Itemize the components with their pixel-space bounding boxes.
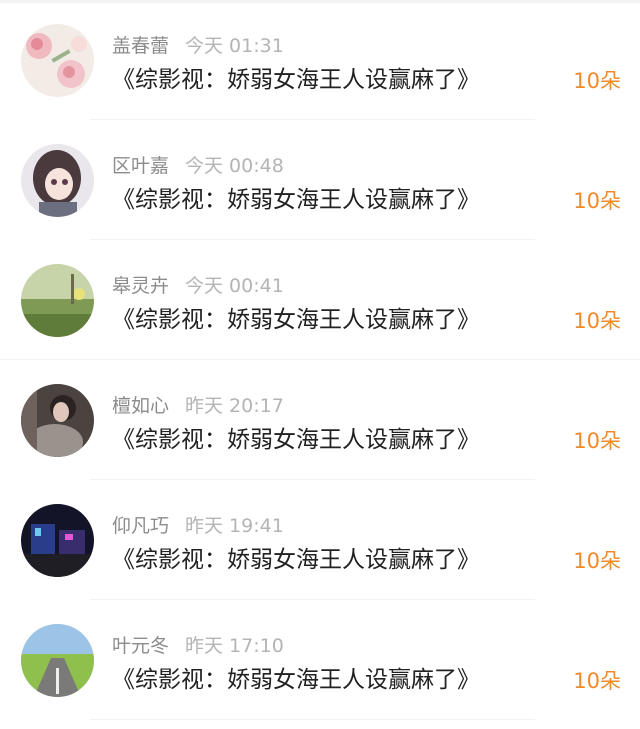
- gift-record-list: 盖春蕾 今天 01:31 《综影视：娇弱女海王人设赢麻了》 10朵 区叶嘉 今天 0…: [0, 0, 640, 729]
- timestamp: 今天 01:31: [185, 35, 284, 57]
- gift-amount: 10朵: [573, 549, 621, 573]
- name-line: 叶元冬 昨天 17:10: [112, 634, 284, 658]
- username: 盖春蕾: [112, 35, 170, 57]
- timestamp: 昨天 20:17: [185, 395, 284, 417]
- gift-amount: 10朵: [573, 429, 621, 453]
- night-street-icon[interactable]: [21, 504, 94, 577]
- timestamp: 今天 00:48: [185, 155, 284, 177]
- green-grass-icon[interactable]: [21, 264, 94, 337]
- message-text: 《综影视：娇弱女海王人设赢麻了》: [112, 307, 480, 333]
- name-line: 檀如心 昨天 20:17: [112, 394, 284, 418]
- road-landscape-icon[interactable]: [21, 624, 94, 697]
- gift-amount: 10朵: [573, 189, 621, 213]
- timestamp: 昨天 17:10: [185, 635, 284, 657]
- timestamp: 今天 00:41: [185, 275, 284, 297]
- name-line: 区叶嘉 今天 00:48: [112, 154, 284, 178]
- list-item[interactable]: 盖春蕾 今天 01:31 《综影视：娇弱女海王人设赢麻了》 10朵: [0, 0, 640, 120]
- name-line: 皋灵卉 今天 00:41: [112, 274, 284, 298]
- username: 区叶嘉: [112, 155, 170, 177]
- username: 檀如心: [112, 395, 170, 417]
- username: 叶元冬: [112, 635, 170, 657]
- message-text: 《综影视：娇弱女海王人设赢麻了》: [112, 547, 480, 573]
- list-item[interactable]: 皋灵卉 今天 00:41 《综影视：娇弱女海王人设赢麻了》 10朵: [0, 240, 640, 360]
- row-divider: [90, 719, 535, 720]
- list-item[interactable]: 叶元冬 昨天 17:10 《综影视：娇弱女海王人设赢麻了》 10朵: [0, 600, 640, 720]
- username: 皋灵卉: [112, 275, 170, 297]
- name-line: 盖春蕾 今天 01:31: [112, 34, 284, 58]
- list-item[interactable]: 区叶嘉 今天 00:48 《综影视：娇弱女海王人设赢麻了》 10朵: [0, 120, 640, 240]
- message-text: 《综影视：娇弱女海王人设赢麻了》: [112, 67, 480, 93]
- message-text: 《综影视：娇弱女海王人设赢麻了》: [112, 427, 480, 453]
- person-photo-icon[interactable]: [21, 384, 94, 457]
- message-text: 《综影视：娇弱女海王人设赢麻了》: [112, 667, 480, 693]
- username: 仰凡巧: [112, 515, 170, 537]
- gift-amount: 10朵: [573, 309, 621, 333]
- gift-amount: 10朵: [573, 669, 621, 693]
- list-item[interactable]: 仰凡巧 昨天 19:41 《综影视：娇弱女海王人设赢麻了》 10朵: [0, 480, 640, 600]
- gift-amount: 10朵: [573, 69, 621, 93]
- timestamp: 昨天 19:41: [185, 515, 284, 537]
- pink-flowers-icon[interactable]: [21, 24, 94, 97]
- message-text: 《综影视：娇弱女海王人设赢麻了》: [112, 187, 480, 213]
- list-item[interactable]: 檀如心 昨天 20:17 《综影视：娇弱女海王人设赢麻了》 10朵: [0, 360, 640, 480]
- anime-girl-icon[interactable]: [21, 144, 94, 217]
- name-line: 仰凡巧 昨天 19:41: [112, 514, 284, 538]
